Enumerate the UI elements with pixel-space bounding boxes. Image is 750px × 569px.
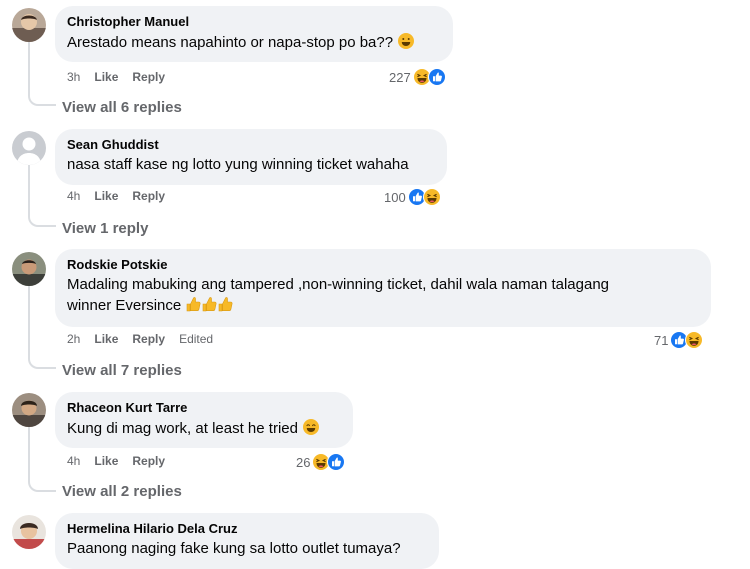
avatar[interactable] (12, 8, 46, 42)
comment-text: nasa staff kase ng lotto yung winning ti… (67, 156, 409, 173)
thread-line (28, 42, 56, 106)
comment-author[interactable]: Rhaceon Kurt Tarre (67, 400, 341, 416)
reply-button[interactable]: Reply (132, 332, 165, 346)
reaction-count: 71 (654, 332, 669, 348)
thumbs-up-emoji-icon (185, 295, 235, 319)
comment-bubble: Rodskie Potskie Madaling mabuking ang ta… (55, 249, 711, 327)
comment-time[interactable]: 3h (67, 70, 80, 84)
reply-button[interactable]: Reply (132, 454, 165, 468)
comment-author[interactable]: Hermelina Hilario Dela Cruz (67, 521, 427, 537)
comment-bubble: Sean Ghuddist nasa staff kase ng lotto y… (55, 129, 447, 185)
thread-line (28, 286, 56, 369)
avatar[interactable] (12, 131, 46, 165)
comment-bubble: Hermelina Hilario Dela Cruz Paanong nagi… (55, 513, 439, 569)
comment-meta: 2h Like Reply Edited (67, 332, 227, 346)
like-button[interactable]: Like (94, 332, 118, 346)
edited-label: Edited (179, 332, 214, 346)
comment-time[interactable]: 4h (67, 454, 80, 468)
avatar[interactable] (12, 515, 46, 549)
reaction-count: 227 (389, 69, 411, 85)
avatar[interactable] (12, 393, 46, 427)
haha-reaction-icon (685, 331, 704, 349)
reaction-count: 100 (384, 189, 406, 205)
like-reaction-icon (327, 453, 346, 471)
thread-line (28, 427, 56, 492)
comment-time[interactable]: 2h (67, 332, 80, 346)
view-replies-link[interactable]: View all 7 replies (62, 362, 182, 379)
comment-meta: 3h Like Reply (67, 70, 179, 84)
grinning-emoji-icon (303, 419, 320, 435)
haha-reaction-icon (422, 188, 441, 206)
comment-bubble: Rhaceon Kurt Tarre Kung di mag work, at … (55, 392, 353, 448)
reactions-summary[interactable]: 227 (389, 67, 446, 87)
like-button[interactable]: Like (94, 454, 118, 468)
grinning-emoji-icon (398, 33, 415, 49)
comment-text: Madaling mabuking ang tampered ,non-winn… (67, 275, 699, 319)
comment-author[interactable]: Rodskie Potskie (67, 257, 699, 273)
comment-text: Paanong naging fake kung sa lotto outlet… (67, 540, 401, 557)
comment-meta: 4h Like Reply (67, 189, 179, 203)
like-button[interactable]: Like (94, 189, 118, 203)
reactions-summary[interactable]: 100 (384, 187, 441, 207)
like-button[interactable]: Like (94, 70, 118, 84)
comment-text: Kung di mag work, at least he tried (67, 418, 341, 439)
comment-author[interactable]: Christopher Manuel (67, 14, 441, 30)
reactions-summary[interactable]: 71 (654, 330, 704, 350)
comment-bubble: Christopher Manuel Arestado means napahi… (55, 6, 453, 62)
view-replies-link[interactable]: View all 2 replies (62, 483, 182, 500)
comment-author[interactable]: Sean Ghuddist (67, 137, 435, 153)
reaction-count: 26 (296, 454, 311, 470)
reactions-summary[interactable]: 26 (296, 452, 346, 472)
view-replies-link[interactable]: View 1 reply (62, 220, 148, 237)
comment-time[interactable]: 4h (67, 189, 80, 203)
avatar[interactable] (12, 252, 46, 286)
like-reaction-icon (427, 68, 446, 86)
reply-button[interactable]: Reply (132, 70, 165, 84)
comment-meta: 4h Like Reply (67, 454, 179, 468)
comment-text: Arestado means napahinto or napa-stop po… (67, 32, 441, 53)
view-replies-link[interactable]: View all 6 replies (62, 99, 182, 116)
reply-button[interactable]: Reply (132, 189, 165, 203)
thread-line (28, 165, 56, 227)
